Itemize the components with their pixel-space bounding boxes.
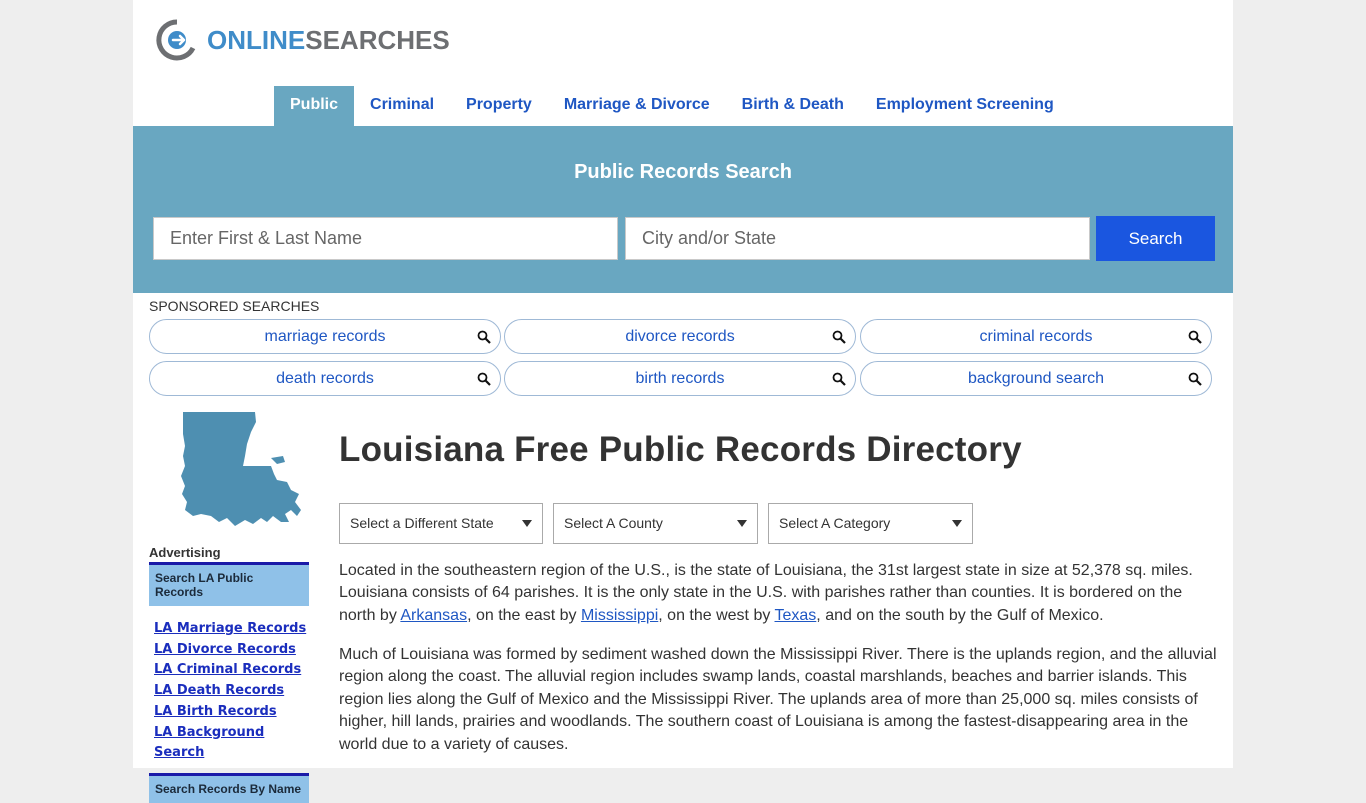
pill-label: death records xyxy=(276,370,374,387)
hero-title: Public Records Search xyxy=(574,161,792,183)
logo-word-searches: SEARCHES xyxy=(305,24,450,55)
sponsored-divorce-records[interactable]: divorce records xyxy=(504,319,856,354)
intro-text-2: , on the east by xyxy=(467,606,581,624)
category-select[interactable]: Select A Category xyxy=(768,503,973,544)
search-button[interactable]: Search xyxy=(1096,216,1215,261)
sidebar-link-background[interactable]: LA Background Search xyxy=(154,723,309,764)
category-select-value: Select A Category xyxy=(779,515,891,531)
city-state-input[interactable] xyxy=(625,217,1090,260)
nav-marriage-divorce[interactable]: Marriage & Divorce xyxy=(548,86,726,126)
main-nav: Public Criminal Property Marriage & Divo… xyxy=(274,86,1070,126)
arkansas-link[interactable]: Arkansas xyxy=(400,607,467,624)
sponsored-birth-records[interactable]: birth records xyxy=(504,361,856,396)
nav-public[interactable]: Public xyxy=(274,86,355,126)
intro-paragraph: Located in the southeastern region of th… xyxy=(339,560,1219,627)
sponsored-marriage-records[interactable]: marriage records xyxy=(149,319,501,354)
sidebar-link-divorce[interactable]: LA Divorce Records xyxy=(154,640,309,661)
search-icon xyxy=(477,330,491,344)
page: ONLINESEARCHES Public Criminal Property … xyxy=(133,0,1233,803)
sponsored-criminal-records[interactable]: criminal records xyxy=(860,319,1212,354)
name-search-input[interactable] xyxy=(153,217,618,260)
pill-label: birth records xyxy=(635,370,725,387)
sidebar-heading-by-name: Search Records By Name xyxy=(149,772,309,803)
search-icon xyxy=(832,372,846,386)
search-icon xyxy=(832,330,846,344)
texas-link[interactable]: Texas xyxy=(775,607,817,624)
pill-label: background search xyxy=(967,370,1105,387)
sidebar-link-birth[interactable]: LA Birth Records xyxy=(154,702,309,723)
sidebar: Advertising Search LA Public Records LA … xyxy=(149,545,309,803)
sidebar-links: LA Marriage Records LA Divorce Records L… xyxy=(149,606,309,764)
sponsored-label: SPONSORED SEARCHES xyxy=(149,298,320,314)
page-title: Louisiana Free Public Records Directory xyxy=(339,430,1022,469)
advertising-label: Advertising xyxy=(149,545,221,560)
nav-property[interactable]: Property xyxy=(450,86,548,126)
chevron-down-icon xyxy=(737,520,747,527)
sponsored-death-records[interactable]: death records xyxy=(149,361,501,396)
county-select-value: Select A County xyxy=(564,515,663,531)
site-logo[interactable]: ONLINESEARCHES xyxy=(153,18,450,62)
county-select[interactable]: Select A County xyxy=(553,503,758,544)
mississippi-link[interactable]: Mississippi xyxy=(581,607,658,624)
logo-word-online: ONLINE xyxy=(207,24,306,55)
intro-text-4: , and on the south by the Gulf of Mexico… xyxy=(816,606,1104,624)
louisiana-map-icon xyxy=(181,412,301,526)
nav-employment-screening[interactable]: Employment Screening xyxy=(860,86,1070,126)
sidebar-heading-public-records: Search LA Public Records xyxy=(149,562,309,606)
search-hero: Public Records Search Search xyxy=(133,126,1233,293)
sidebar-link-criminal[interactable]: LA Criminal Records xyxy=(154,660,309,681)
search-icon xyxy=(477,372,491,386)
chevron-down-icon xyxy=(522,520,532,527)
logo-text: ONLINESEARCHES xyxy=(207,25,450,56)
filter-selects: Select a Different State Select A County… xyxy=(339,503,983,544)
state-select-value: Select a Different State xyxy=(350,515,494,531)
sponsored-background-search[interactable]: background search xyxy=(860,361,1212,396)
nav-birth-death[interactable]: Birth & Death xyxy=(726,86,860,126)
main-content: Louisiana Free Public Records Directory … xyxy=(339,430,1219,753)
search-icon xyxy=(1188,372,1202,386)
sidebar-link-death[interactable]: LA Death Records xyxy=(154,681,309,702)
geography-paragraph: Much of Louisiana was formed by sediment… xyxy=(339,646,1217,753)
sidebar-link-marriage[interactable]: LA Marriage Records xyxy=(154,619,309,640)
pill-label: criminal records xyxy=(979,328,1093,345)
chevron-down-icon xyxy=(952,520,962,527)
search-icon xyxy=(1188,330,1202,344)
state-select[interactable]: Select a Different State xyxy=(339,503,543,544)
pill-label: divorce records xyxy=(625,328,735,345)
logo-arrow-icon xyxy=(156,19,196,61)
pill-label: marriage records xyxy=(264,328,386,345)
nav-criminal[interactable]: Criminal xyxy=(354,86,450,126)
intro-text-3: , on the west by xyxy=(658,606,775,624)
